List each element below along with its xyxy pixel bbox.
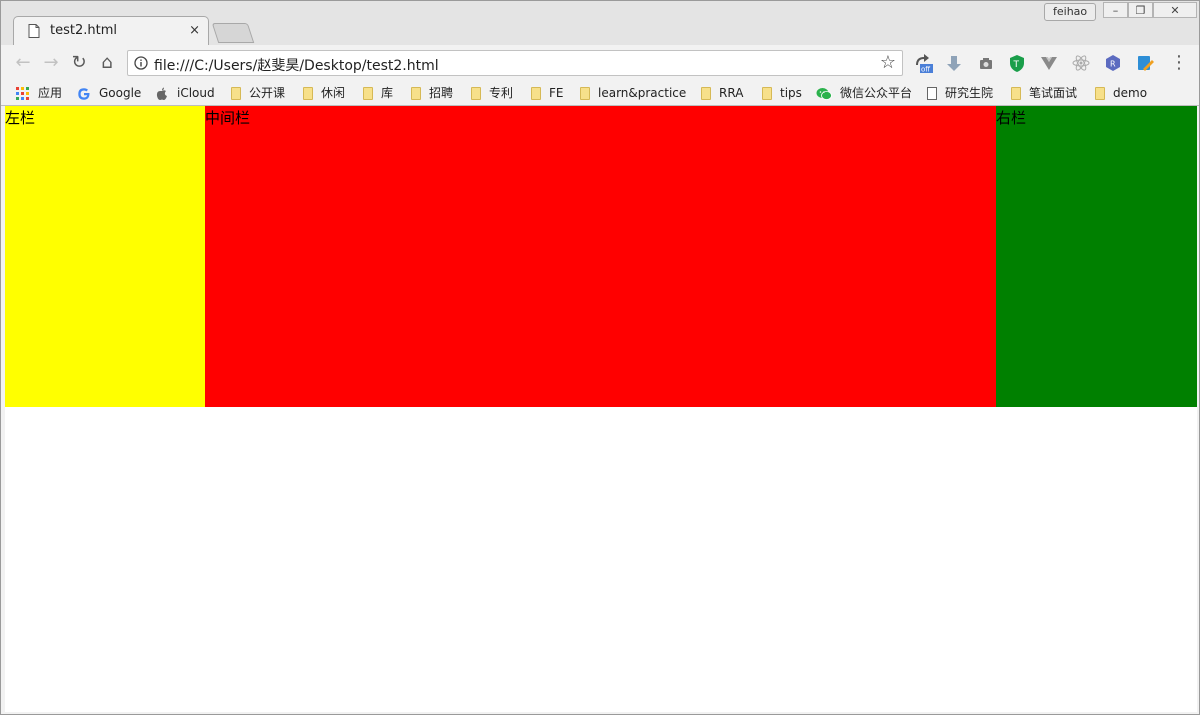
apps-grid-icon: [16, 86, 29, 100]
google-icon: [78, 87, 90, 100]
bookmark-folder[interactable]: learn&practice: [580, 84, 686, 102]
forward-button[interactable]: →: [39, 51, 63, 75]
toolbar: ← → ↻ ⌂ file:///C:/Users/赵斐昊/Desktop/tes…: [1, 45, 1199, 81]
tab-active[interactable]: test2.html ×: [13, 16, 209, 45]
left-column: 左栏: [5, 106, 205, 407]
reload-button[interactable]: ↻: [67, 51, 91, 75]
bookmark-wechat[interactable]: 微信公众平台: [816, 84, 912, 102]
svg-text:T: T: [1013, 60, 1020, 70]
extension-r-icon[interactable]: R: [1103, 53, 1123, 73]
shield-icon[interactable]: T: [1007, 53, 1027, 73]
minimize-button[interactable]: –: [1103, 2, 1128, 18]
bookmark-folder[interactable]: 库: [363, 84, 393, 102]
bookmark-label: 库: [381, 86, 394, 100]
folder-icon: [701, 87, 711, 100]
bookmark-label: 微信公众平台: [840, 86, 913, 100]
svg-text:off: off: [921, 66, 930, 74]
home-button[interactable]: ⌂: [95, 51, 119, 75]
tab-strip: test2.html × feihao – ❐ ✕: [1, 1, 1199, 45]
close-window-button[interactable]: ✕: [1153, 2, 1197, 18]
bookmark-star-icon[interactable]: ☆: [880, 52, 896, 73]
bookmark-label: 招聘: [429, 86, 454, 100]
svg-text:R: R: [1110, 60, 1116, 69]
page-icon: [927, 87, 937, 100]
url-text[interactable]: file:///C:/Users/赵斐昊/Desktop/test2.html: [154, 55, 439, 75]
folder-icon: [303, 87, 313, 100]
bookmark-label: 公开课: [249, 86, 286, 100]
bookmark-folder[interactable]: 公开课: [231, 84, 285, 102]
folder-icon: [231, 87, 241, 100]
react-devtools-icon[interactable]: [1071, 53, 1091, 73]
vue-devtools-icon[interactable]: [1039, 53, 1059, 73]
menu-button[interactable]: ⋮: [1167, 51, 1191, 75]
bookmark-label: 专利: [489, 86, 514, 100]
edit-extension-icon[interactable]: [1135, 53, 1155, 73]
address-bar[interactable]: file:///C:/Users/赵斐昊/Desktop/test2.html …: [127, 50, 903, 76]
bookmark-folder[interactable]: 休闲: [303, 84, 345, 102]
bookmark-folder[interactable]: 招聘: [411, 84, 453, 102]
bookmark-label: demo: [1113, 86, 1148, 100]
bookmark-label: tips: [780, 86, 802, 100]
folder-icon: [363, 87, 373, 100]
bookmark-label: 休闲: [321, 86, 346, 100]
folder-icon: [471, 87, 481, 100]
folder-icon: [580, 87, 590, 100]
bookmark-folder[interactable]: RRA: [701, 84, 743, 102]
bookmarks-bar: 应用 Google iCloud 公开课 休闲 库 招聘 专利 FE learn…: [1, 81, 1199, 106]
bookmark-google[interactable]: Google: [77, 84, 141, 102]
wechat-icon: [816, 87, 832, 100]
bookmark-label: Google: [99, 86, 142, 100]
maximize-button[interactable]: ❐: [1128, 2, 1153, 18]
bookmark-folder[interactable]: FE: [531, 84, 563, 102]
folder-icon: [762, 87, 772, 100]
bookmark-folder[interactable]: 专利: [471, 84, 513, 102]
folder-icon: [411, 87, 421, 100]
bookmark-label: 研究生院: [945, 86, 994, 100]
bookmark-apps[interactable]: 应用: [16, 84, 62, 102]
folder-icon: [1011, 87, 1021, 100]
bookmark-folder[interactable]: demo: [1095, 84, 1147, 102]
bookmark-label: 笔试面试: [1029, 86, 1078, 100]
folder-icon: [531, 87, 541, 100]
bookmark-page[interactable]: 研究生院: [927, 84, 993, 102]
bookmark-folder[interactable]: 笔试面试: [1011, 84, 1077, 102]
camera-icon[interactable]: [976, 53, 996, 73]
tab-title: test2.html: [50, 23, 117, 38]
bookmark-label: FE: [549, 86, 564, 100]
tab-close-icon[interactable]: ×: [189, 23, 200, 38]
info-icon[interactable]: [134, 56, 148, 70]
browser-window: test2.html × feihao – ❐ ✕ ← → ↻ ⌂ file:/…: [0, 0, 1200, 715]
bookmark-icloud[interactable]: iCloud: [155, 84, 215, 102]
right-column: 右栏: [996, 106, 1197, 407]
page-content: 左栏 中间栏 右栏: [5, 106, 1197, 712]
profile-button[interactable]: feihao: [1044, 3, 1097, 21]
bookmark-label: learn&practice: [598, 86, 687, 100]
page-icon: [28, 24, 40, 38]
proxy-off-extension-icon[interactable]: off: [913, 53, 933, 73]
new-tab-button[interactable]: [211, 23, 255, 43]
bookmark-label: 应用: [38, 86, 63, 100]
center-column: 中间栏: [205, 106, 996, 407]
back-button[interactable]: ←: [11, 51, 35, 75]
folder-icon: [1095, 87, 1105, 100]
download-icon[interactable]: [944, 53, 964, 73]
bookmark-folder[interactable]: tips: [762, 84, 802, 102]
bookmark-label: iCloud: [177, 86, 215, 100]
apple-icon: [156, 87, 167, 100]
bookmark-label: RRA: [719, 86, 744, 100]
